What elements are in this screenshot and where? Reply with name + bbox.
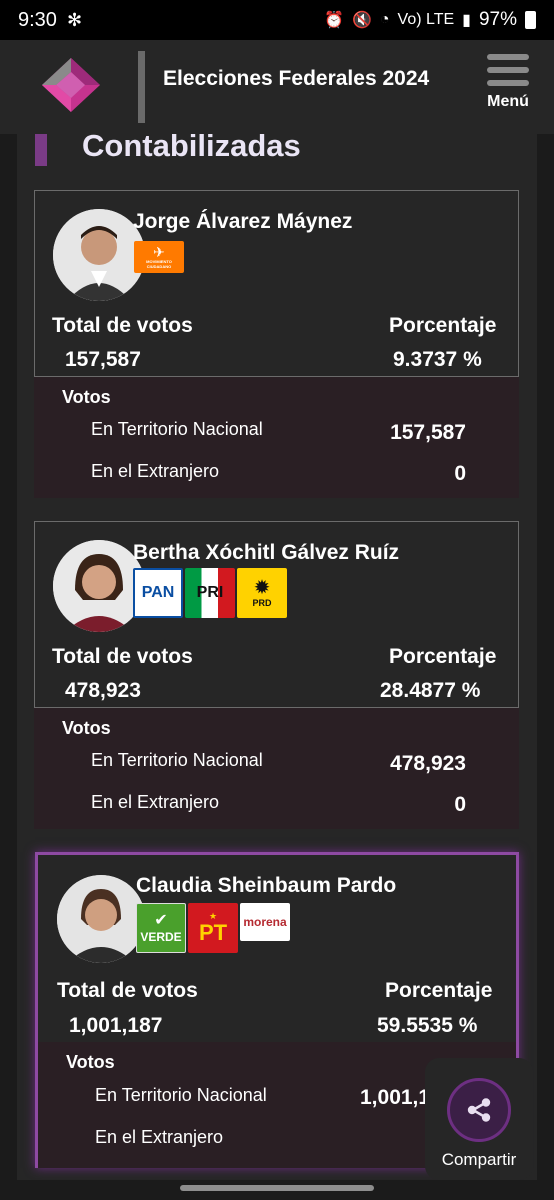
candidate-name: Bertha Xóchitl Gálvez Ruíz [133,541,400,564]
percentage-label: Porcentaje [385,979,493,1002]
candidate-summary: Bertha Xóchitl Gálvez Ruíz PAN PRI ✹ PRD… [34,521,519,708]
percentage-label: Porcentaje [389,645,497,668]
candidate-name: Claudia Sheinbaum Pardo [136,874,397,897]
candidate-photo [53,540,145,632]
pri-logo-icon: PRI [185,568,235,618]
territorio-label: En Territorio Nacional [91,750,263,770]
battery-icon [525,11,536,29]
gesture-nav-area [0,1180,554,1200]
extranjero-value: 0 [454,793,466,816]
network-label: Vo) LTE [397,11,455,28]
hamburger-icon [487,54,529,60]
total-votes-value: 478,923 [65,679,141,702]
total-votes-label: Total de votos [52,645,193,668]
fan-icon: ✻ [66,9,83,30]
percentage-value: 59.5535 % [377,1014,478,1037]
percentage-value: 28.4877 % [380,679,481,702]
battery-percent: 97% [478,9,517,30]
total-votes-label: Total de votos [57,979,198,1002]
status-time: 9:30 [18,8,57,31]
percentage-label: Porcentaje [389,314,497,337]
results-panel: Contabilizadas Jorge Álvarez Máynez ✈ MO… [17,134,537,1180]
header-divider [138,51,145,123]
party-logos: PAN PRI ✹ PRD [133,568,287,618]
header-title: Elecciones Federales 2024 [163,67,430,90]
morena-logo-icon: morena [240,903,290,941]
alarm-icon: ⏰ [324,12,344,29]
menu-button[interactable]: Menú [484,54,532,120]
territorio-value: 478,923 [390,752,466,775]
candidate-card[interactable]: Jorge Álvarez Máynez ✈ MOVIMIENTO CIUDAD… [34,190,519,498]
extranjero-label: En el Extranjero [95,1127,224,1147]
candidate-photo [57,875,145,963]
candidate-card[interactable]: Bertha Xóchitl Gálvez Ruíz PAN PRI ✹ PRD… [34,521,519,829]
candidate-name: Jorge Álvarez Máynez [133,210,353,233]
votes-breakdown-title: Votos [66,1052,115,1072]
party-logos: ✔ VERDE ★ PT morena [136,903,290,953]
verde-logo-icon: ✔ VERDE [136,903,186,953]
total-votes-value: 157,587 [65,348,141,371]
share-label: Compartir [441,1150,517,1169]
pt-logo-icon: ★ PT [188,903,238,953]
candidate-summary: Jorge Álvarez Máynez ✈ MOVIMIENTO CIUDAD… [34,190,519,377]
territorio-label: En Territorio Nacional [91,419,263,439]
total-votes-value: 1,001,187 [69,1014,163,1037]
section-marker [35,134,47,166]
movimiento-ciudadano-logo-icon: ✈ MOVIMIENTO CIUDADANO [134,241,184,273]
app-header: Elecciones Federales 2024 Menú [0,40,554,134]
mute-icon: 🔇 [351,12,372,29]
candidate-summary: Claudia Sheinbaum Pardo ✔ VERDE ★ PT mor… [38,855,516,1042]
votes-breakdown: Votos En Territorio Nacional 157,587 En … [34,377,519,498]
status-icons: ⏰ 🔇 ◔ Vo) LTE ▮ 97% [324,9,536,31]
votes-breakdown: Votos En Territorio Nacional 478,923 En … [34,708,519,829]
extranjero-label: En el Extranjero [91,792,220,812]
share-button[interactable]: Compartir [425,1058,533,1180]
party-logos: ✈ MOVIMIENTO CIUDADANO [134,241,184,273]
candidate-photo [53,209,145,301]
votes-breakdown-title: Votos [62,387,111,407]
signal-icon: ▮ [462,12,471,29]
section-title: Contabilizadas [82,134,301,163]
extranjero-label: En el Extranjero [91,461,220,481]
total-votes-label: Total de votos [52,314,193,337]
territorio-value: 157,587 [390,421,466,444]
home-gesture-bar[interactable] [180,1185,374,1191]
share-icon [447,1078,511,1142]
percentage-value: 9.3737 % [393,348,482,371]
prd-logo-icon: ✹ PRD [237,568,287,618]
pan-logo-icon: PAN [133,568,183,618]
menu-label: Menú [487,93,529,110]
extranjero-value: 0 [454,462,466,485]
votes-breakdown-title: Votos [62,718,111,738]
wifi-icon: ◔ [379,11,390,28]
status-bar: 9:30 ✻ ⏰ 🔇 ◔ Vo) LTE ▮ 97% [0,0,554,40]
territorio-label: En Territorio Nacional [95,1085,267,1105]
ine-logo-icon[interactable] [40,56,102,114]
